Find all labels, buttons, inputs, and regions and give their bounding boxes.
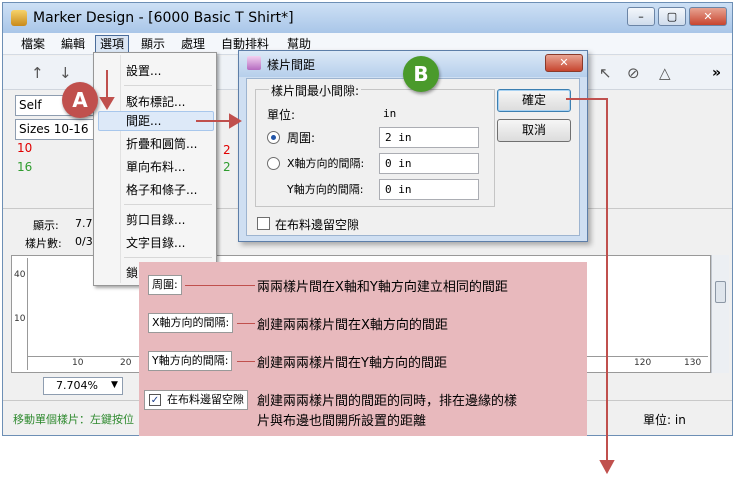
annotation-arrows [99,70,615,475]
arrow-a-head [99,97,115,110]
badge-b: B [403,56,439,92]
badge-a: A [62,82,98,118]
arrow-to-dialog-head [229,113,242,129]
arrow-ok-head [599,460,615,475]
